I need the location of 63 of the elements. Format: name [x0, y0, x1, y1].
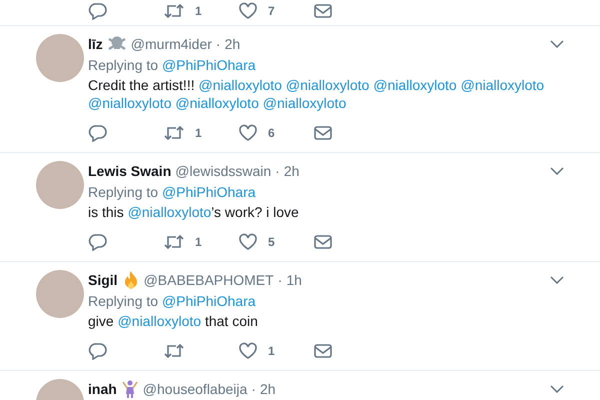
separator-dot: · — [251, 381, 256, 397]
mention-link[interactable]: @PhiPhiOhara — [162, 57, 256, 73]
skull-crossbones-icon — [106, 35, 127, 53]
mention-link[interactable]: @nialloxyloto — [128, 204, 212, 220]
separator-dot: · — [216, 36, 221, 52]
reply-icon[interactable] — [88, 233, 108, 251]
tweet-text: Credit the artist!!! @nialloxyloto @nialloxyloto @nialloxyloto @nialloxyloto @nialloxyloto @nialloxyloto @nialloxyloto — [88, 76, 546, 112]
heart-icon[interactable] — [238, 233, 258, 251]
envelope-icon[interactable] — [313, 3, 333, 19]
dancer-icon — [120, 379, 139, 399]
retweet-count: 1 — [195, 126, 202, 140]
user-handle[interactable]: @BABEBAPHOMET — [144, 272, 274, 288]
user-name[interactable]: līz — [88, 36, 103, 52]
timestamp[interactable]: 1h — [286, 272, 302, 288]
user-name[interactable]: Sigil — [88, 272, 118, 288]
heart-icon[interactable] — [238, 2, 258, 20]
reply-icon[interactable] — [88, 2, 108, 20]
user-name[interactable]: Lewis Swain — [88, 163, 172, 179]
timestamp[interactable]: 2h — [260, 381, 276, 397]
retweet-count: 1 — [195, 235, 202, 249]
heart-icon[interactable] — [238, 342, 258, 360]
mention-link[interactable]: @nialloxyloto — [88, 95, 172, 111]
envelope-icon[interactable] — [313, 125, 333, 141]
replying-label: Replying to — [88, 184, 160, 200]
mention-link[interactable]: @nialloxyloto — [373, 77, 457, 93]
chevron-down-icon[interactable] — [550, 40, 564, 48]
chevron-down-icon[interactable] — [550, 276, 564, 284]
retweet-icon[interactable] — [163, 233, 185, 251]
mention-link[interactable]: @nialloxyloto — [286, 77, 370, 93]
replying-label: Replying to — [88, 293, 160, 309]
like-count: 5 — [268, 235, 275, 249]
retweet-icon[interactable] — [163, 2, 185, 20]
retweet-count: 1 — [195, 4, 202, 18]
retweet-icon[interactable] — [163, 342, 185, 360]
chevron-down-icon[interactable] — [550, 385, 564, 393]
envelope-icon[interactable] — [313, 234, 333, 250]
reply-icon[interactable] — [88, 342, 108, 360]
mention-link[interactable]: @PhiPhiOhara — [162, 184, 256, 200]
replying-label: Replying to — [88, 57, 160, 73]
timestamp[interactable]: 2h — [284, 163, 300, 179]
mention-link[interactable]: @nialloxyloto — [175, 95, 259, 111]
user-handle[interactable]: @lewisdsswain — [175, 163, 272, 179]
heart-icon[interactable] — [238, 124, 258, 142]
separator-dot: · — [275, 163, 280, 179]
user-name[interactable]: inah — [88, 381, 117, 397]
retweet-icon[interactable] — [163, 124, 185, 142]
separator-dot: · — [278, 272, 282, 288]
mention-link[interactable]: @nialloxyloto — [460, 77, 544, 93]
like-count: 7 — [268, 4, 275, 18]
like-count: 1 — [268, 344, 275, 358]
envelope-icon[interactable] — [313, 343, 333, 359]
like-count: 6 — [268, 126, 275, 140]
user-handle[interactable]: @murm4ider — [130, 36, 212, 52]
user-handle[interactable]: @houseoflabeija — [142, 381, 248, 397]
mention-link[interactable]: @PhiPhiOhara — [162, 293, 256, 309]
tweet-text: give @nialloxyloto that coin — [88, 312, 259, 330]
tweet-text: is this @nialloxyloto’s work? i love — [88, 203, 300, 221]
mention-link[interactable]: @nialloxyloto — [198, 77, 282, 93]
timestamp[interactable]: 2h — [224, 36, 240, 52]
reply-icon[interactable] — [88, 124, 108, 142]
chevron-down-icon[interactable] — [550, 167, 564, 175]
mention-link[interactable]: @nialloxyloto — [262, 95, 346, 111]
mention-link[interactable]: @nialloxyloto — [118, 313, 202, 329]
